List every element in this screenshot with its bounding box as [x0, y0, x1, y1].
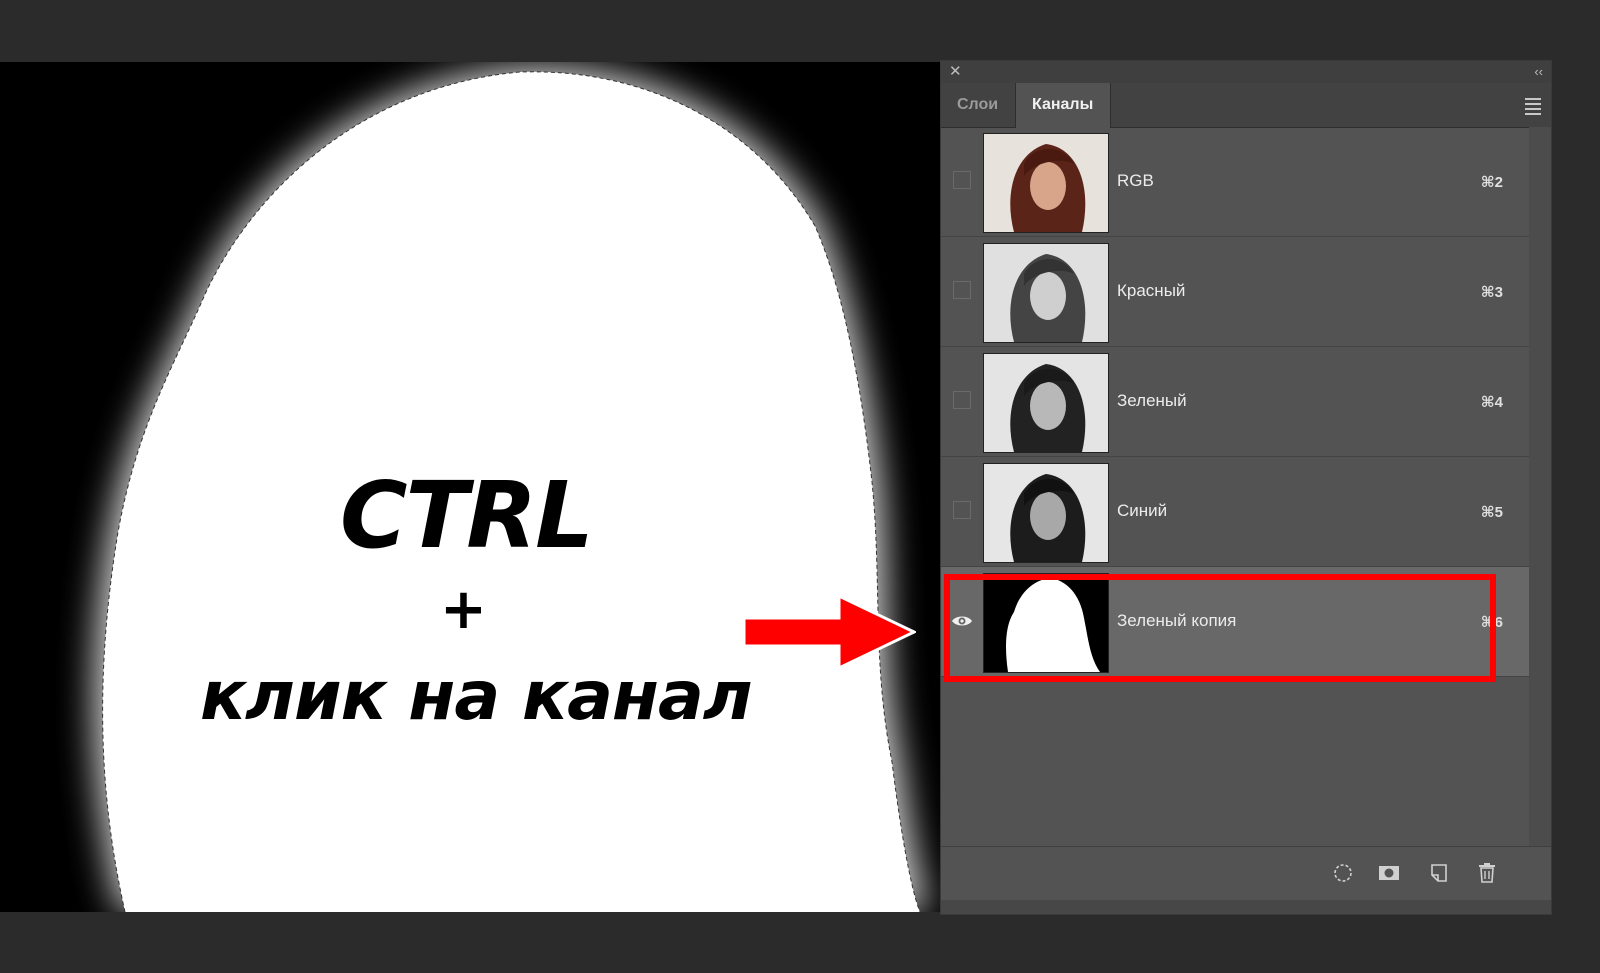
- channel-thumbnail-green: [983, 353, 1109, 453]
- channel-row-rgb[interactable]: RGB ⌘2: [941, 127, 1531, 237]
- tab-layers[interactable]: Слои: [941, 83, 1015, 127]
- trash-icon[interactable]: [1475, 861, 1499, 885]
- load-selection-icon[interactable]: [1331, 861, 1355, 885]
- visibility-toggle[interactable]: [953, 501, 971, 519]
- close-icon[interactable]: ✕: [949, 63, 962, 81]
- channel-thumbnail-blue: [983, 463, 1109, 563]
- new-channel-icon[interactable]: [1427, 861, 1451, 885]
- visibility-toggle[interactable]: [953, 391, 971, 409]
- visibility-toggle[interactable]: [953, 171, 971, 189]
- channel-row-green[interactable]: Зеленый ⌘4: [941, 347, 1531, 457]
- tab-channels[interactable]: Каналы: [1015, 83, 1111, 128]
- document-canvas[interactable]: CTRL + клик на канал: [0, 62, 940, 912]
- channel-name: RGB: [1117, 171, 1154, 190]
- panel-bottom-toolbar: [941, 846, 1551, 901]
- channels-panel: ✕ ‹‹ Слои Каналы RGB ⌘2 Красный ⌘3 Зелен…: [940, 60, 1552, 915]
- red-arrow: [744, 596, 916, 668]
- caption-plus: +: [440, 577, 487, 642]
- panel-resize-grip[interactable]: [941, 900, 1551, 914]
- caption-click-on-channel: клик на канал: [200, 657, 753, 736]
- channel-name: Красный: [1117, 281, 1186, 300]
- channel-row-red[interactable]: Красный ⌘3: [941, 237, 1531, 347]
- channel-shortcut: ⌘2: [1480, 174, 1503, 191]
- channel-name: Синий: [1117, 501, 1168, 520]
- channel-shortcut: ⌘5: [1480, 504, 1503, 521]
- channel-thumbnail-red: [983, 243, 1109, 343]
- save-mask-icon[interactable]: [1377, 861, 1401, 885]
- caption-ctrl: CTRL: [340, 462, 594, 569]
- visibility-toggle[interactable]: [953, 281, 971, 299]
- highlight-box: [944, 574, 1496, 682]
- channel-shortcut: ⌘4: [1480, 394, 1503, 411]
- panel-tabbar: Слои Каналы: [941, 83, 1551, 128]
- panel-menu-icon[interactable]: [1525, 95, 1541, 115]
- panel-scrollbar[interactable]: [1529, 127, 1551, 847]
- channel-thumbnail-rgb: [983, 133, 1109, 233]
- channel-shortcut: ⌘3: [1480, 284, 1503, 301]
- channel-row-blue[interactable]: Синий ⌘5: [941, 457, 1531, 567]
- collapse-icon[interactable]: ‹‹: [1534, 63, 1543, 81]
- channel-name: Зеленый: [1117, 391, 1187, 410]
- panel-topbar: ✕ ‹‹: [941, 61, 1551, 83]
